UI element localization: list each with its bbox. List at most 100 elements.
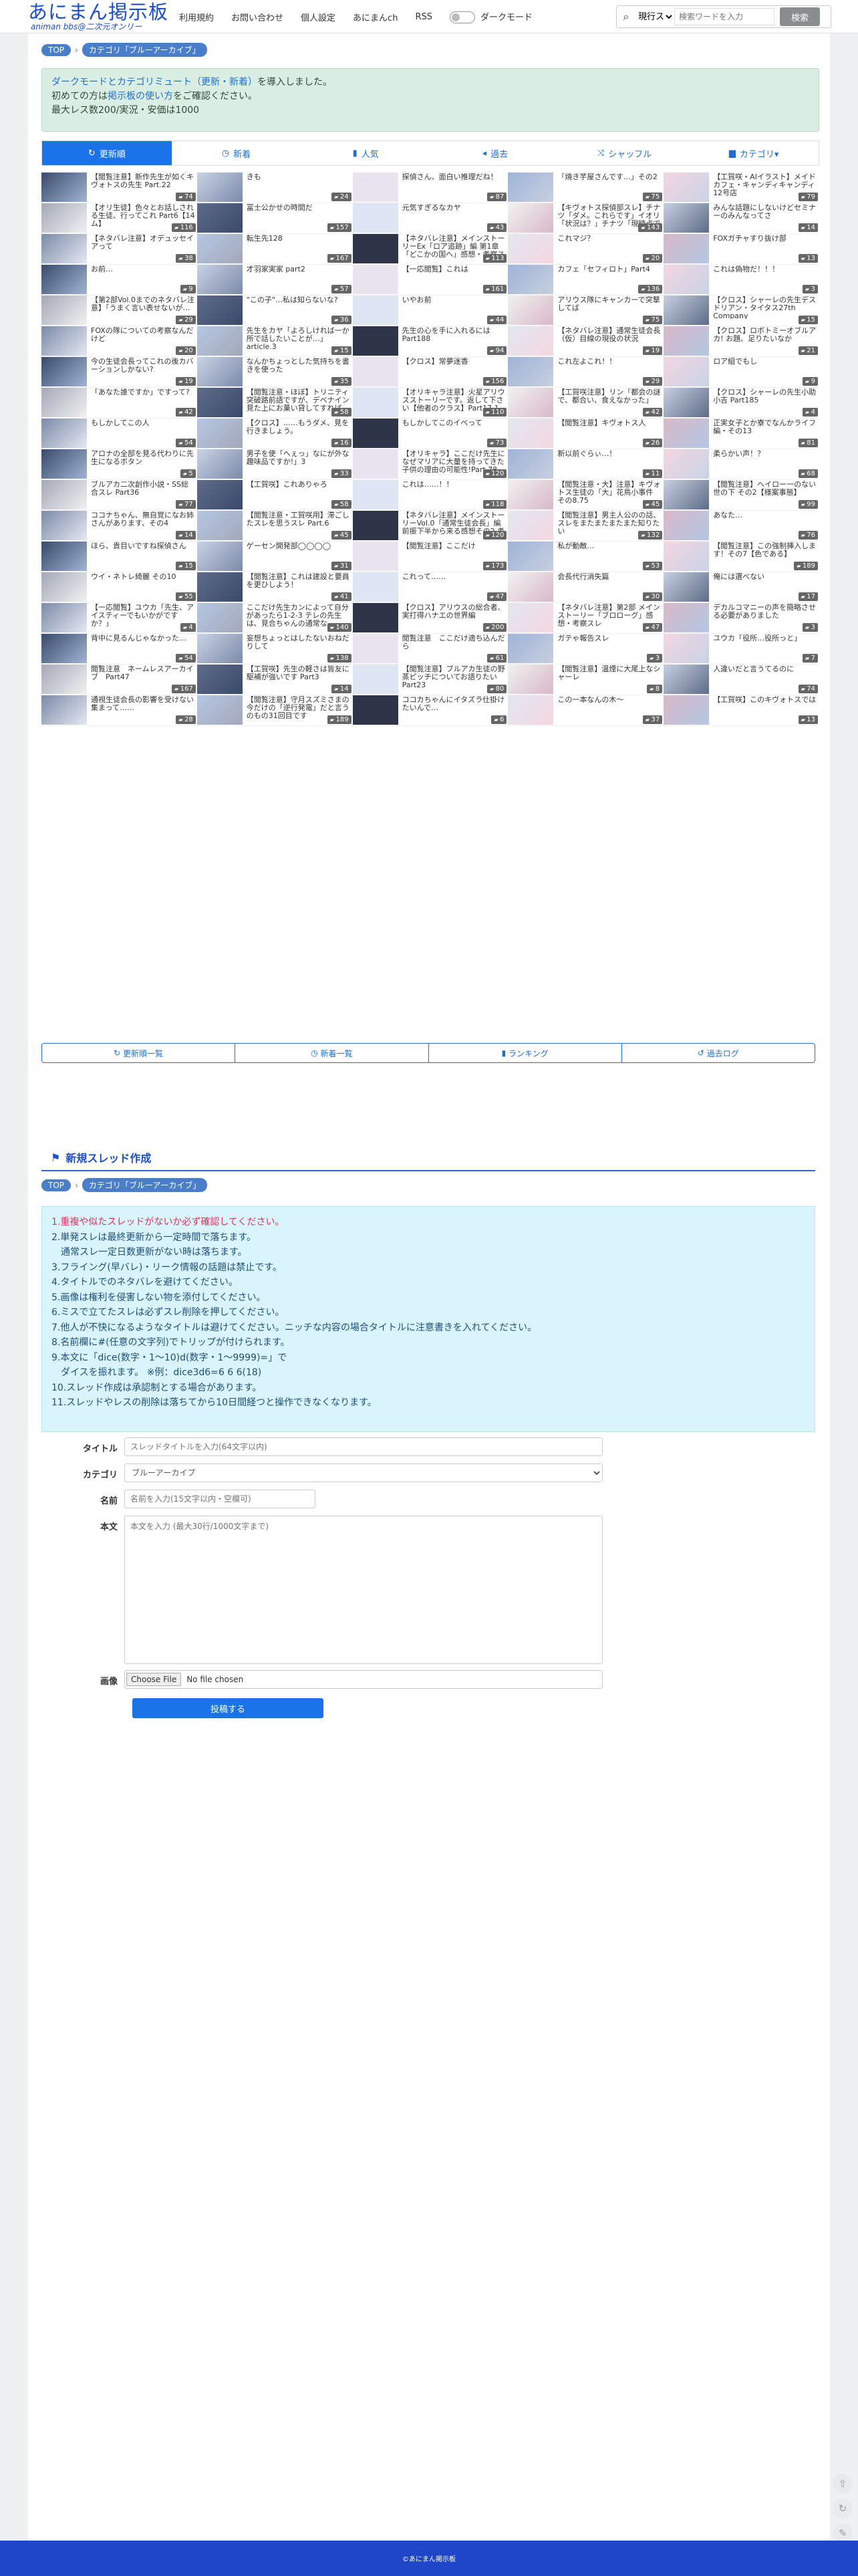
thread-thumbnail[interactable] (508, 542, 554, 571)
thread-card[interactable]: 俺には選べない17 (664, 572, 819, 603)
breadcrumb-top[interactable]: TOP (41, 1179, 72, 1191)
thread-card[interactable]: 今の生徒会長ってこれの後カバーションしかない?19 (41, 357, 197, 388)
thread-thumbnail[interactable] (41, 634, 87, 663)
thread-thumbnail[interactable] (196, 388, 243, 417)
thread-card[interactable]: ほら、貴目いですね探偵さん15 (41, 542, 197, 572)
thread-card[interactable]: 【閲覧注意】男主人公のの話、スレをまたまたまたまた知りたい132 (508, 511, 664, 542)
thread-card[interactable]: 冨士公かせの時間だ157 (196, 203, 353, 234)
thread-card[interactable]: もしかしてこのイベって73 (352, 419, 509, 449)
thread-card[interactable]: 転生先128167 (196, 234, 353, 265)
thread-thumbnail[interactable] (196, 172, 243, 202)
thread-thumbnail[interactable] (508, 172, 554, 202)
thread-thumbnail[interactable] (352, 480, 398, 509)
thread-thumbnail[interactable] (352, 172, 398, 202)
thread-thumbnail[interactable] (352, 388, 398, 417)
thread-thumbnail[interactable] (196, 572, 243, 602)
thread-thumbnail[interactable] (196, 511, 243, 540)
thread-card[interactable]: 【クロス】常夢迷香156 (352, 357, 509, 388)
thread-thumbnail[interactable] (196, 419, 243, 448)
thread-thumbnail[interactable] (196, 265, 243, 294)
thread-card[interactable]: 【閲覧注意】ここだけ173 (352, 542, 509, 572)
thread-card[interactable]: 【閲覧注意】新作先生が如くキヴォトスの先生 Part.2274 (41, 172, 197, 203)
thread-thumbnail[interactable] (664, 449, 710, 479)
thread-thumbnail[interactable] (664, 234, 710, 263)
thread-thumbnail[interactable] (508, 449, 554, 479)
thread-thumbnail[interactable] (664, 172, 710, 202)
thread-card[interactable]: なんかちょっとした気持ちを書きを使った35 (196, 357, 353, 388)
thread-card[interactable]: あなた…76 (664, 511, 819, 542)
thread-card[interactable]: ココナちゃん、無自覚になお姉さんがあります、その414 (41, 511, 197, 542)
thread-card[interactable]: 【ネタバレ注意】オデュッセイアって38 (41, 234, 197, 265)
thread-card[interactable]: 【閲覧注意】この強制挿入します！その7【色である】189 (664, 542, 819, 572)
thread-card[interactable]: 閲覧注意 ここだけ適ち込んだら61 (352, 634, 509, 665)
thread-card[interactable]: 【クロス】シャーレの先生デスドリアン・タイタス27th Company15 (664, 296, 819, 326)
thread-card[interactable]: 【クロス】ロボトミーオブルアカ! お題、足りたいなか21 (664, 326, 819, 357)
thread-card[interactable]: 【工賀咲】先生の軽さは皆友に駆補が強いです Part314 (196, 665, 353, 695)
thread-thumbnail[interactable] (41, 388, 87, 417)
thread-thumbnail[interactable] (196, 480, 243, 509)
thread-thumbnail[interactable] (664, 296, 710, 325)
thread-thumbnail[interactable] (352, 603, 398, 632)
thread-card[interactable]: この一本なんの木〜37 (508, 695, 664, 726)
thread-thumbnail[interactable] (664, 326, 710, 356)
thread-card[interactable]: これは偽物だ！！！3 (664, 265, 819, 296)
thread-thumbnail[interactable] (41, 265, 87, 294)
thread-card[interactable]: ブルアカ二次創作小説・SS総合スレ Part3677 (41, 480, 197, 511)
site-logo[interactable]: あにまん掲示板 animan bbs@二次元オンリー (28, 1, 168, 32)
thread-thumbnail[interactable] (196, 542, 243, 571)
thread-card[interactable]: きも24 (196, 172, 353, 203)
search-scope-select[interactable]: 現行スレ (635, 11, 674, 23)
thread-card[interactable]: これって……47 (352, 572, 509, 603)
file-input[interactable]: Choose File No file chosen (124, 1670, 603, 1689)
tab-shuffle[interactable]: ⤨ シャッフル (560, 141, 690, 165)
thread-card[interactable]: 【工賀咲】これありゃろ58 (196, 480, 353, 511)
toggle-switch[interactable] (449, 11, 475, 24)
thread-card[interactable]: 【ネタバレ注意】第2部 メインストーリー「ブロローグ」感想・考察スレ47 (508, 603, 664, 634)
thread-card[interactable]: もしかしてこの人54 (41, 419, 197, 449)
thread-thumbnail[interactable] (508, 603, 554, 632)
thread-thumbnail[interactable] (41, 234, 87, 263)
thread-thumbnail[interactable] (352, 326, 398, 356)
notice-link-howto[interactable]: 掲示板の使い方 (108, 91, 173, 102)
dark-mode-toggle[interactable]: ダークモード (449, 10, 533, 24)
thread-card[interactable]: 【閲覧注意・ほぼ】トリニティ突破路前語ですが、デベナイン見た上にお菓い貸してすれ… (196, 388, 353, 419)
thread-title[interactable]: アロナの全部を見る代わりに先生になるボタン (91, 450, 196, 473)
notice-link-darkmode[interactable]: ダークモードとカテゴリミュート（更新・新着） (51, 77, 257, 88)
body-textarea[interactable] (124, 1516, 603, 1664)
thread-card[interactable]: 私が動敵…53 (508, 542, 664, 572)
thread-card[interactable]: "この子"…私は知らないな?36 (196, 296, 353, 326)
tab-new[interactable]: ◷ 新着 (172, 141, 301, 165)
thread-card[interactable]: ココカちゃんにイタズラ仕掛けたいんで…6 (352, 695, 509, 726)
thread-thumbnail[interactable] (196, 634, 243, 663)
thread-thumbnail[interactable] (352, 665, 398, 694)
thread-card[interactable]: 【閲覧注意】ヘイロー一のない世の下 その2【様案事態】99 (664, 480, 819, 511)
thread-thumbnail[interactable] (196, 449, 243, 479)
search-button[interactable]: 検索 (780, 7, 820, 26)
nav-animanch[interactable]: あにまんch (353, 11, 398, 23)
thread-thumbnail[interactable] (352, 357, 398, 386)
link-archive[interactable]: ↺ 過去ログ (622, 1044, 815, 1062)
thread-thumbnail[interactable] (508, 296, 554, 325)
thread-thumbnail[interactable] (196, 603, 243, 632)
thread-card[interactable]: 【クロス】シャーレの先生小助小吉 Part1854 (664, 388, 819, 419)
thread-card[interactable]: 閲覧注意 ネームレスアーカイブ Part47167 (41, 665, 197, 695)
thread-thumbnail[interactable] (196, 203, 243, 233)
thread-card[interactable]: 【閲覧注意】キヴォトス人26 (508, 419, 664, 449)
thread-thumbnail[interactable] (196, 665, 243, 694)
thread-card[interactable]: 【ネタバレ注意】メインストーリーEx「ロア追跡」編 第1章「どこかの国へ」感想・… (352, 234, 509, 265)
thread-card[interactable]: 妄想ちょっとはしたないおねだりして138 (196, 634, 353, 665)
thread-thumbnail[interactable] (508, 511, 554, 540)
thread-card[interactable]: 【一応閲覧】これは161 (352, 265, 509, 296)
thread-thumbnail[interactable] (352, 203, 398, 233)
thread-thumbnail[interactable] (664, 542, 710, 571)
thread-thumbnail[interactable] (352, 419, 398, 448)
thread-card[interactable]: アリウス隊にキャンカーで突撃してば75 (508, 296, 664, 326)
thread-card[interactable]: FOXガチャすり抜け部13 (664, 234, 819, 265)
breadcrumb-category[interactable]: カテゴリ「ブルーアーカイブ」 (82, 1178, 208, 1192)
thread-thumbnail[interactable] (664, 634, 710, 663)
thread-card[interactable]: FOXの隊についての考察なんだけど20 (41, 326, 197, 357)
thread-card[interactable]: いやお前44 (352, 296, 509, 326)
thread-thumbnail[interactable] (508, 326, 554, 356)
thread-thumbnail[interactable] (508, 572, 554, 602)
thread-thumbnail[interactable] (352, 634, 398, 663)
